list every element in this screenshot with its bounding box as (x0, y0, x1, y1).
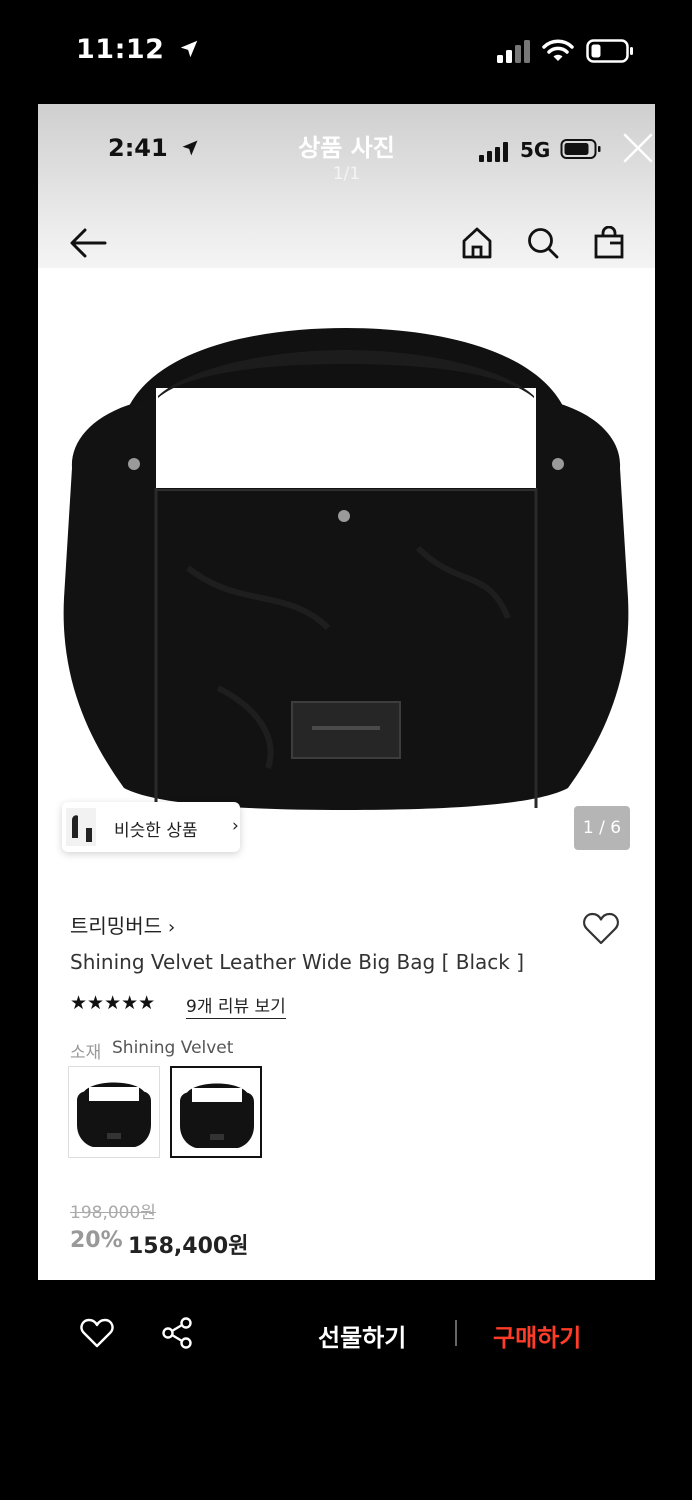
rating-stars: ★★★★★ (70, 992, 156, 1014)
original-price: 198,000원 (70, 1203, 156, 1223)
product-image[interactable] (38, 268, 655, 868)
similar-products-label: 비슷한 상품 (114, 821, 198, 841)
image-counter: 1 / 6 (574, 806, 630, 850)
location-arrow-icon (181, 40, 198, 58)
action-divider (455, 1320, 457, 1346)
bottom-action-bar: 선물하기 구매하기 (0, 1280, 692, 1390)
sale-price: 158,400원 (128, 1234, 249, 1259)
shopping-bag-icon[interactable] (592, 226, 626, 260)
photo-viewer-count: 1/1 (332, 164, 361, 184)
signal-icon (497, 40, 530, 63)
outer-status-time-wrap: 11:12 (76, 34, 200, 65)
heart-icon[interactable] (80, 1318, 114, 1348)
outer-status-bar: 11:12 (0, 0, 692, 104)
gift-button[interactable]: 선물하기 (318, 1318, 406, 1353)
swatch-option-1[interactable] (68, 1066, 160, 1158)
buy-button[interactable]: 구매하기 (493, 1318, 581, 1353)
product-name: Shining Velvet Leather Wide Big Bag [ Bl… (70, 950, 525, 974)
chevron-right-icon: › (232, 816, 239, 836)
similar-thumb (66, 808, 96, 846)
swatch-image (180, 1083, 254, 1148)
chevron-right-icon: › (168, 917, 176, 938)
signal-icon (479, 142, 508, 162)
review-link[interactable]: 9개 리뷰 보기 (186, 992, 286, 1019)
battery-icon (560, 139, 601, 159)
home-icon[interactable] (460, 226, 494, 260)
battery-icon (586, 39, 633, 63)
wifi-icon (542, 39, 574, 61)
inner-header: 2:41 상품 사진 1/1 5G (38, 104, 655, 268)
outer-status-time: 11:12 (76, 34, 165, 65)
material-value: Shining Velvet (112, 1038, 234, 1058)
brand-name: 트리밍버드 (70, 914, 162, 938)
similar-products-button[interactable]: 비슷한 상품 › (62, 802, 240, 852)
back-arrow-icon[interactable] (68, 226, 108, 260)
discount-rate: 20% (70, 1228, 123, 1253)
swatch-option-2[interactable] (170, 1066, 262, 1158)
brand-link[interactable]: 트리밍버드 › (70, 910, 175, 939)
heart-icon[interactable] (582, 912, 620, 946)
swatch-image (77, 1082, 151, 1147)
close-icon[interactable] (622, 132, 654, 164)
share-icon[interactable] (160, 1316, 194, 1350)
material-label: 소재 (70, 1043, 102, 1063)
product-screen: 2:41 상품 사진 1/1 5G 비슷한 상품 › 1 / 6 트리밍버드 ›… (38, 104, 655, 1280)
network-label: 5G (520, 138, 551, 162)
search-icon[interactable] (526, 226, 560, 260)
